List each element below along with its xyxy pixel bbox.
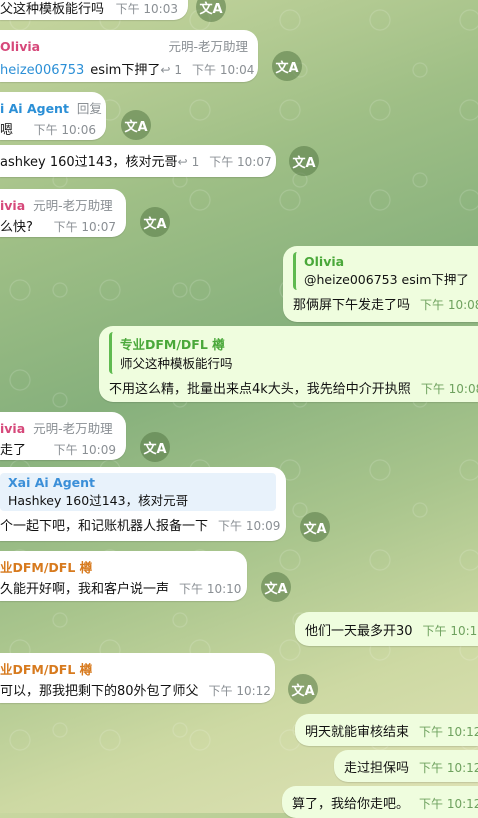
translate-icon[interactable]: 文A [121,110,151,140]
message-text: ashkey 160过143，核对元哥 [0,155,178,170]
reply-quote[interactable]: 专业DFM/DFL 樽 师父这种模板能行吗 [109,332,478,374]
reply-quote[interactable]: Olivia @heize006753 esim下押了 [293,252,478,290]
message-time: 下午 10:10 [179,582,242,596]
message-time: 下午 10:12 [419,761,478,775]
message-time: 下午 10:09 [53,443,116,457]
message-bubble-outgoing[interactable]: 算了，我给你走吧。 下午 10:12 [282,786,478,818]
reply-count[interactable]: 1 [192,155,200,169]
reply-label: 回复 [76,101,102,116]
quote-sender: Olivia [304,254,345,269]
reply-arrow-icon[interactable]: ↩ [178,155,188,169]
quote-text: @heize006753 esim下押了 [304,272,469,287]
message-bubble[interactable]: 业DFM/DFL 樽 可以，那我把剩下的80外包了师父 下午 10:12 [0,653,275,703]
message-time: 下午 10:06 [33,123,96,137]
message-text: 父这种模板能行吗 [0,2,105,17]
message-bubble-outgoing[interactable]: 明天就能审核结束 下午 10:12 [295,714,478,746]
message-text: 久能开好啊，我和客户说一声 [0,582,170,597]
message-time: 下午 10:09 [218,519,281,533]
reply-count[interactable]: 1 [174,63,182,77]
message-text: esim下押了 [90,63,161,78]
message-text: 走过担保吗 [344,761,410,776]
message-bubble[interactable]: 父这种模板能行吗 下午 10:03 [0,0,188,20]
translate-icon[interactable]: 文A [140,207,170,237]
message-time: 下午 10:11 [422,624,478,638]
message-time: 下午 10:08 [420,382,478,396]
sender-role: 元明-老万助理 [168,39,248,54]
message-text: 不用这么精，批量出来点4k大头，我先给中介开执照 [109,382,411,397]
sender-name[interactable]: 业DFM/DFL 樽 [0,557,92,576]
sender-name[interactable]: 业DFM/DFL 樽 [0,659,92,678]
reply-arrow-icon[interactable]: ↩ [160,63,170,77]
message-time: 下午 10:08 [420,298,478,312]
message-time: 下午 10:12 [419,725,478,739]
message-bubble-outgoing[interactable]: 专业DFM/DFL 樽 师父这种模板能行吗 不用这么精，批量出来点4k大头，我先… [99,326,478,402]
translate-icon[interactable]: 文A [261,572,291,602]
message-time: 下午 10:07 [209,155,272,169]
message-text: 嗯 [0,123,14,138]
message-text: 走了 [0,443,27,458]
message-time: 下午 10:04 [192,63,255,77]
translate-icon[interactable]: 文A [196,0,226,22]
message-text: 个一起下吧，和记账机器人报备一下 [0,519,209,534]
message-bubble-outgoing[interactable]: 走过担保吗 下午 10:12 [334,750,478,782]
sender-name[interactable]: ivia [0,198,25,213]
message-text: 可以，那我把剩下的80外包了师父 [0,684,199,699]
quote-sender: 专业DFM/DFL 樽 [120,337,225,352]
quote-sender: Xai Ai Agent [8,475,95,490]
message-bubble[interactable]: Olivia 元明-老万助理 heize006753 esim下押了 ↩ 1 下午 10:… [0,30,258,82]
translate-icon[interactable]: 文A [289,146,319,176]
message-text: 那俩屏下午发走了吗 [293,298,411,313]
message-bubble[interactable]: 业DFM/DFL 樽 久能开好啊，我和客户说一声 下午 10:10 [0,551,247,601]
quote-text: 师父这种模板能行吗 [120,356,233,371]
message-bubble[interactable]: ivia 元明-老万助理 么快? 下午 10:07 [0,189,126,237]
message-text: 么快? [0,220,33,235]
sender-name[interactable]: ivia [0,421,25,436]
message-time: 下午 10:03 [115,2,178,16]
message-bubble[interactable]: i Ai Agent 回复 嗯 下午 10:06 [0,92,106,140]
message-time: 下午 10:12 [208,684,271,698]
translate-icon[interactable]: 文A [272,51,302,81]
sender-name[interactable]: Olivia [0,39,40,54]
message-bubble-outgoing[interactable]: Olivia @heize006753 esim下押了 那俩屏下午发走了吗 下午 … [283,246,478,322]
mention-link[interactable]: heize006753 [0,63,84,78]
sender-role: 元明-老万助理 [33,421,113,436]
message-text: 他们一天最多开30 [305,624,413,639]
message-time: 下午 10:12 [419,797,478,811]
reply-quote[interactable]: Xai Ai Agent Hashkey 160过143，核对元哥 [0,473,276,511]
message-bubble[interactable]: ashkey 160过143，核对元哥 ↩ 1 下午 10:07 [0,145,276,177]
message-bubble[interactable]: ivia 元明-老万助理 走了 下午 10:09 [0,412,126,460]
message-bubble-outgoing[interactable]: 他们一天最多开30 下午 10:11 [295,612,478,646]
translate-icon[interactable]: 文A [288,674,318,704]
sender-name[interactable]: i Ai Agent [0,101,69,116]
quote-text: Hashkey 160过143，核对元哥 [8,493,189,508]
message-text: 算了，我给你走吧。 [292,797,410,812]
message-bubble[interactable]: Xai Ai Agent Hashkey 160过143，核对元哥 个一起下吧，… [0,467,286,541]
message-time: 下午 10:07 [53,220,116,234]
translate-icon[interactable]: 文A [140,432,170,462]
message-text: 明天就能审核结束 [305,725,410,740]
sender-role: 元明-老万助理 [33,198,113,213]
translate-icon[interactable]: 文A [300,512,330,542]
